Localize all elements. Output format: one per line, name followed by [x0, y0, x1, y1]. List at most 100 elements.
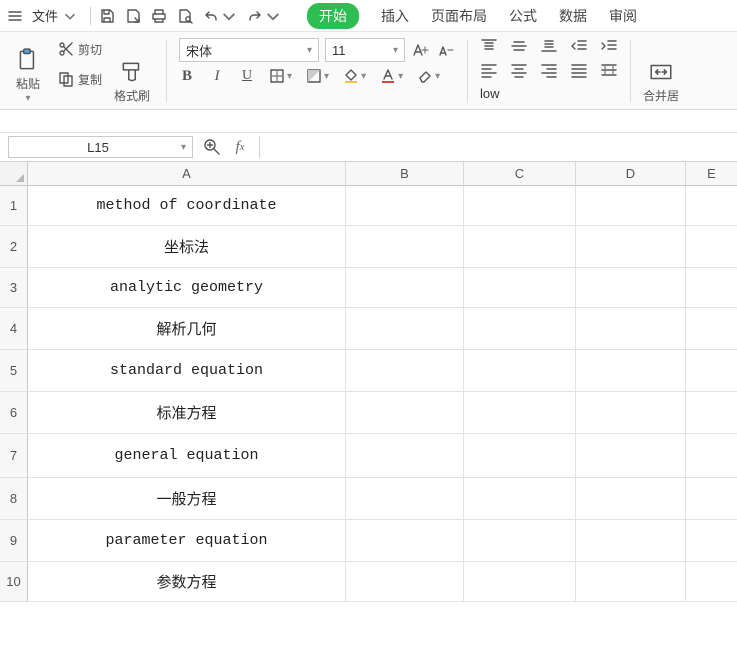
cell-B8[interactable] — [346, 478, 464, 520]
row-header-4[interactable]: 4 — [0, 308, 28, 350]
cell-A10[interactable]: 参数方程 — [28, 562, 346, 602]
underline-icon[interactable]: U — [239, 68, 255, 84]
increase-indent-icon[interactable] — [600, 38, 618, 54]
cell-E2[interactable] — [686, 226, 737, 268]
align-right-icon[interactable] — [540, 62, 558, 78]
cell-B2[interactable] — [346, 226, 464, 268]
row-header-5[interactable]: 5 — [0, 350, 28, 392]
cell-A8[interactable]: 一般方程 — [28, 478, 346, 520]
cell-A9[interactable]: parameter equation — [28, 520, 346, 562]
cell-E1[interactable] — [686, 186, 737, 226]
row-header-7[interactable]: 7 — [0, 434, 28, 478]
align-middle-icon[interactable] — [510, 38, 528, 54]
cell-E3[interactable] — [686, 268, 737, 308]
cell-D4[interactable] — [576, 308, 686, 350]
print-icon[interactable] — [151, 8, 167, 24]
cell-E6[interactable] — [686, 392, 737, 434]
cell-C7[interactable] — [464, 434, 576, 478]
select-all-corner[interactable] — [0, 162, 28, 186]
cell-B10[interactable] — [346, 562, 464, 602]
cell-style-button[interactable]: ▾ — [306, 68, 329, 84]
zoom-search-icon[interactable] — [203, 138, 221, 156]
cell-A4[interactable]: 解析几何 — [28, 308, 346, 350]
cell-A3[interactable]: analytic geometry — [28, 268, 346, 308]
cell-C10[interactable] — [464, 562, 576, 602]
decrease-font-icon[interactable] — [437, 41, 455, 59]
column-header-A[interactable]: A — [28, 162, 346, 186]
cell-C2[interactable] — [464, 226, 576, 268]
cell-C9[interactable] — [464, 520, 576, 562]
cell-B4[interactable] — [346, 308, 464, 350]
font-size-select[interactable]: 11 ▾ — [325, 38, 405, 62]
cell-E9[interactable] — [686, 520, 737, 562]
name-box[interactable]: L15 ▾ — [8, 136, 193, 158]
column-header-E[interactable]: E — [686, 162, 737, 186]
cell-D7[interactable] — [576, 434, 686, 478]
tab-4[interactable]: 数据 — [559, 6, 587, 26]
cell-D8[interactable] — [576, 478, 686, 520]
file-menu[interactable]: 文件 — [28, 6, 82, 25]
row-header-8[interactable]: 8 — [0, 478, 28, 520]
row-header-2[interactable]: 2 — [0, 226, 28, 268]
font-name-select[interactable]: 宋体 ▾ — [179, 38, 319, 62]
format-painter-button[interactable]: 格式刷 — [110, 38, 154, 104]
cell-E10[interactable] — [686, 562, 737, 602]
tab-0[interactable]: 开始 — [307, 3, 359, 29]
cell-E5[interactable] — [686, 350, 737, 392]
merge-cells-button[interactable]: 合并居 — [643, 38, 679, 104]
paste-button[interactable]: 粘贴 ▾ — [6, 38, 50, 104]
border-button[interactable]: ▾ — [269, 68, 292, 84]
formula-bar-input[interactable] — [259, 136, 737, 158]
cell-D5[interactable] — [576, 350, 686, 392]
cell-C1[interactable] — [464, 186, 576, 226]
cell-C4[interactable] — [464, 308, 576, 350]
print-preview-icon[interactable] — [177, 8, 193, 24]
cell-D10[interactable] — [576, 562, 686, 602]
cell-D6[interactable] — [576, 392, 686, 434]
row-header-10[interactable]: 10 — [0, 562, 28, 602]
cell-B7[interactable] — [346, 434, 464, 478]
column-header-C[interactable]: C — [464, 162, 576, 186]
cut-button[interactable]: 剪切 — [58, 38, 102, 60]
tab-1[interactable]: 插入 — [381, 6, 409, 26]
decrease-indent-icon[interactable] — [570, 38, 588, 54]
justify-icon[interactable] — [570, 62, 588, 78]
cell-C6[interactable] — [464, 392, 576, 434]
increase-font-icon[interactable] — [411, 41, 429, 59]
cell-B3[interactable] — [346, 268, 464, 308]
undo-icon[interactable] — [203, 8, 219, 24]
row-header-6[interactable]: 6 — [0, 392, 28, 434]
cell-A7[interactable]: general equation — [28, 434, 346, 478]
cell-A6[interactable]: 标准方程 — [28, 392, 346, 434]
redo-icon[interactable] — [247, 8, 263, 24]
app-menu-icon[interactable] — [6, 7, 24, 25]
align-left-icon[interactable] — [480, 62, 498, 78]
font-color-button[interactable]: ▾ — [380, 68, 403, 84]
align-bottom-icon[interactable] — [540, 38, 558, 54]
cell-A2[interactable]: 坐标法 — [28, 226, 346, 268]
save-as-icon[interactable] — [125, 8, 141, 24]
tab-2[interactable]: 页面布局 — [431, 6, 487, 26]
cell-D3[interactable] — [576, 268, 686, 308]
column-header-B[interactable]: B — [346, 162, 464, 186]
cell-B6[interactable] — [346, 392, 464, 434]
tab-3[interactable]: 公式 — [509, 6, 537, 26]
clear-format-button[interactable]: ▾ — [417, 68, 440, 84]
row-header-9[interactable]: 9 — [0, 520, 28, 562]
cell-B5[interactable] — [346, 350, 464, 392]
fx-icon[interactable]: fx — [231, 138, 249, 156]
cell-C5[interactable] — [464, 350, 576, 392]
cell-D9[interactable] — [576, 520, 686, 562]
copy-button[interactable]: 复制 — [58, 68, 102, 90]
chevron-down-icon[interactable] — [265, 8, 281, 24]
save-icon[interactable] — [99, 8, 115, 24]
cell-D2[interactable] — [576, 226, 686, 268]
cell-D1[interactable] — [576, 186, 686, 226]
chevron-down-icon[interactable] — [221, 8, 237, 24]
cell-B1[interactable] — [346, 186, 464, 226]
cell-E8[interactable] — [686, 478, 737, 520]
row-header-3[interactable]: 3 — [0, 268, 28, 308]
fill-color-button[interactable]: ▾ — [343, 68, 366, 84]
bold-icon[interactable]: B — [179, 68, 195, 84]
cell-C3[interactable] — [464, 268, 576, 308]
